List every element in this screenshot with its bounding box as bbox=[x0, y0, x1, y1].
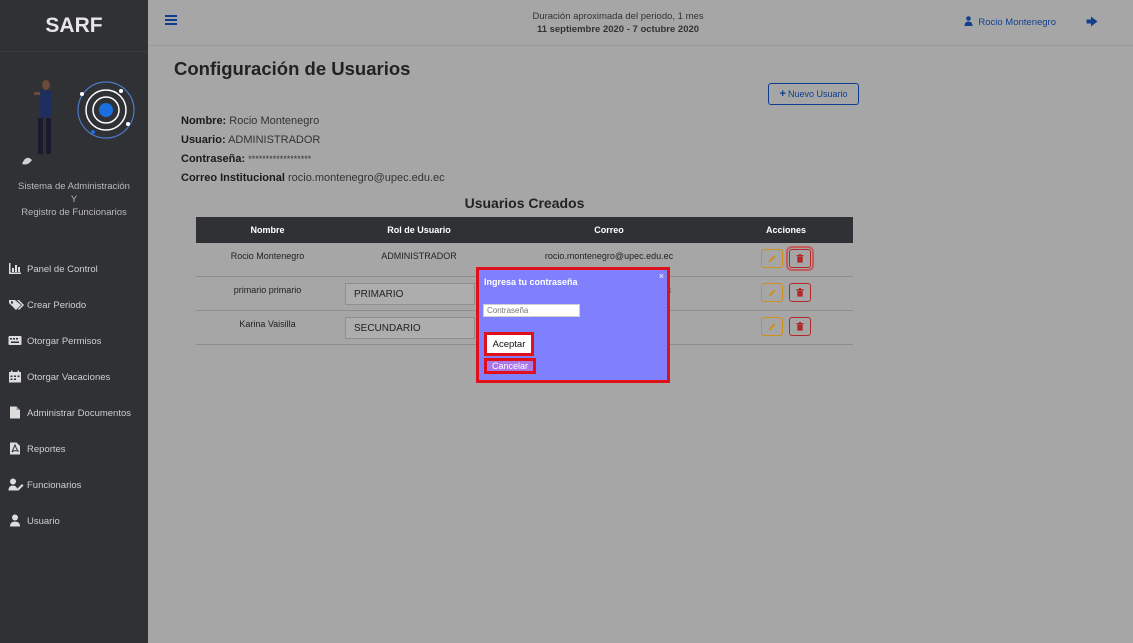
table-header: Nombre Rol de Usuario Correo Acciones bbox=[196, 217, 853, 243]
keyboard-icon bbox=[8, 334, 22, 347]
sidebar-item-crear-periodo[interactable]: Crear Periodo bbox=[0, 275, 148, 311]
profile-user-label: Usuario: bbox=[181, 134, 226, 146]
cell-acciones bbox=[719, 317, 853, 336]
delete-button[interactable] bbox=[786, 246, 814, 271]
profile-name: Nombre: Rocio Montenegro bbox=[181, 112, 445, 131]
sidebar-item-label: Otorgar Vacaciones bbox=[27, 372, 111, 383]
cell-acciones bbox=[719, 283, 853, 302]
system-title-line-3: Registro de Funcionarios bbox=[21, 207, 127, 218]
column-header-acciones: Acciones bbox=[765, 225, 807, 235]
cell-correo: rocio.montenegro@upec.edu.ec bbox=[544, 251, 674, 261]
period-duration: Duración aproximada del periodo, 1 mes bbox=[532, 11, 704, 22]
system-title-line-1: Sistema de Administración bbox=[18, 181, 130, 192]
sidebar-item-label: Funcionarios bbox=[27, 480, 82, 491]
chart-icon bbox=[8, 262, 22, 275]
cell-nombre: Karina Vaisilla bbox=[239, 319, 296, 329]
profile-user: Usuario: ADMINISTRADOR bbox=[181, 131, 445, 150]
trash-icon bbox=[796, 254, 804, 263]
current-user-name: Rocio Montenegro bbox=[978, 17, 1056, 28]
logout-icon[interactable] bbox=[1086, 16, 1098, 27]
edit-button[interactable] bbox=[761, 317, 783, 336]
edit-button[interactable] bbox=[761, 283, 783, 302]
tags-icon bbox=[8, 298, 24, 311]
plus-icon: + bbox=[779, 88, 786, 100]
profile-email: Correo Institucional rocio.montenegro@up… bbox=[181, 169, 445, 188]
sidebar-illustration bbox=[0, 52, 148, 172]
cell-acciones bbox=[719, 246, 853, 271]
cancel-button[interactable]: Cancelar bbox=[484, 358, 536, 374]
current-user[interactable]: Rocio Montenegro bbox=[964, 16, 1056, 29]
period-dates: 11 septiembre 2020 - 7 octubre 2020 bbox=[536, 24, 700, 35]
dialog-title: Ingresa tu contraseña bbox=[484, 277, 578, 287]
delete-button[interactable] bbox=[789, 283, 811, 302]
cell-nombre: Rocio Montenegro bbox=[230, 251, 305, 261]
password-dialog: Ingresa tu contraseña × Aceptar Cancelar bbox=[476, 267, 670, 383]
pdf-file-icon bbox=[8, 442, 22, 455]
sidebar-item-funcionarios[interactable]: Funcionarios bbox=[0, 455, 148, 491]
users-table-title: Usuarios Creados bbox=[464, 195, 585, 211]
sidebar-item-reportes[interactable]: Reportes bbox=[0, 419, 148, 455]
pencil-icon bbox=[768, 323, 776, 330]
cell-nombre: primario primario bbox=[233, 285, 302, 295]
period-info: Duración aproximada del periodo, 1 mes 1… bbox=[468, 10, 768, 36]
trash-icon bbox=[796, 288, 804, 297]
close-icon[interactable]: × bbox=[659, 271, 664, 281]
edit-button[interactable] bbox=[761, 249, 783, 268]
user-edit-icon bbox=[8, 478, 24, 491]
profile-email-label: Correo Institucional bbox=[181, 172, 285, 184]
sidebar-item-label: Reportes bbox=[27, 444, 66, 455]
profile-user-value: ADMINISTRADOR bbox=[228, 134, 321, 146]
sidebar-item-otorgar-permisos[interactable]: Otorgar Permisos bbox=[0, 311, 148, 347]
column-header-nombre: Nombre bbox=[250, 225, 285, 235]
sidebar-menu: Panel de Control Crear Periodo Otorgar P… bbox=[0, 239, 148, 527]
menu-toggle-icon[interactable] bbox=[165, 15, 177, 25]
column-header-rol: Rol de Usuario bbox=[387, 225, 451, 235]
user-icon bbox=[964, 16, 973, 29]
cell-rol: SECUNDARIO bbox=[339, 317, 499, 339]
new-user-button[interactable]: + Nuevo Usuario bbox=[768, 83, 859, 105]
role-select[interactable]: PRIMARIO bbox=[345, 283, 475, 305]
delete-button[interactable] bbox=[789, 317, 811, 336]
sidebar-item-usuario[interactable]: Usuario bbox=[0, 491, 148, 527]
calendar-icon bbox=[8, 370, 22, 383]
trash-icon bbox=[796, 322, 804, 331]
profile-email-value: rocio.montenegro@upec.edu.ec bbox=[287, 172, 445, 184]
user-icon bbox=[8, 514, 22, 527]
password-input[interactable] bbox=[483, 304, 580, 317]
cell-rol: ADMINISTRADOR bbox=[381, 251, 457, 261]
system-title: Sistema de Administración Y Registro de … bbox=[0, 172, 148, 219]
profile-info: Nombre: Rocio Montenegro Usuario: ADMINI… bbox=[181, 112, 445, 188]
page-title: Configuración de Usuarios bbox=[174, 58, 411, 79]
sidebar-item-otorgar-vacaciones[interactable]: Otorgar Vacaciones bbox=[0, 347, 148, 383]
profile-password: Contraseña: ****************** bbox=[181, 150, 445, 169]
accept-button[interactable]: Aceptar bbox=[484, 332, 534, 356]
cell-rol: PRIMARIO bbox=[339, 283, 499, 305]
sidebar-item-panel-control[interactable]: Panel de Control bbox=[0, 239, 148, 275]
new-user-label: Nuevo Usuario bbox=[787, 89, 848, 99]
sidebar-item-administrar-documentos[interactable]: Administrar Documentos bbox=[0, 383, 148, 419]
pencil-icon bbox=[768, 255, 776, 262]
app-brand[interactable]: SARF bbox=[0, 0, 148, 52]
profile-password-value: ****************** bbox=[248, 154, 312, 164]
sidebar-item-label: Administrar Documentos bbox=[27, 408, 132, 419]
sidebar-item-label: Usuario bbox=[27, 516, 60, 527]
file-icon bbox=[8, 406, 22, 419]
top-bar: Duración aproximada del periodo, 1 mes 1… bbox=[148, 0, 1133, 46]
system-title-line-2: Y bbox=[70, 194, 78, 205]
sidebar-item-label: Crear Periodo bbox=[27, 300, 87, 311]
sidebar: SARF Sistema de Administración Y Registr… bbox=[0, 0, 148, 643]
profile-password-label: Contraseña: bbox=[181, 153, 246, 165]
role-select[interactable]: SECUNDARIO bbox=[345, 317, 475, 339]
profile-name-value: Rocio Montenegro bbox=[229, 115, 320, 127]
profile-name-label: Nombre: bbox=[181, 115, 227, 127]
pencil-icon bbox=[768, 289, 776, 296]
sidebar-item-label: Otorgar Permisos bbox=[27, 336, 102, 347]
column-header-correo: Correo bbox=[594, 225, 624, 235]
sidebar-item-label: Panel de Control bbox=[27, 264, 98, 275]
